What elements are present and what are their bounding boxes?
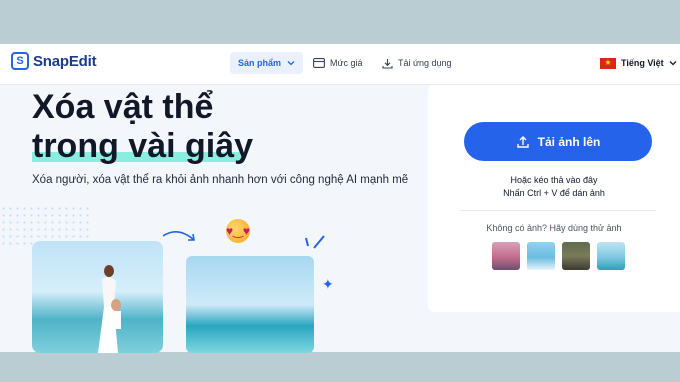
brand-logo[interactable]: S SnapEdit: [11, 52, 97, 70]
sample-images-list: [492, 242, 625, 270]
sparkle-star-icon: ✦: [322, 276, 334, 292]
sample-image-thumbnail[interactable]: [562, 242, 590, 270]
download-icon: [382, 58, 393, 69]
chevron-down-icon: [669, 61, 677, 66]
nav-download-app-link[interactable]: Tải ứng dụng: [382, 52, 452, 74]
curved-arrow-icon: [162, 231, 195, 241]
nav-pricing-label: Mức giá: [330, 58, 363, 68]
nav-download-app-label: Tải ứng dụng: [398, 58, 452, 68]
sample-image-thumbnail[interactable]: [597, 242, 625, 270]
couple-figure-illustration: [98, 265, 121, 353]
heart-eyes-emoji-icon: ♥‿♥: [226, 219, 250, 243]
sample-images-prompt: Không có ảnh? Hãy dùng thử ảnh: [486, 223, 622, 233]
language-label: Tiếng Việt: [621, 58, 664, 68]
decorative-dot-pattern: [0, 205, 90, 245]
vietnam-flag-icon: ★: [600, 57, 616, 69]
sparkle-lines-icon: [305, 235, 325, 249]
drag-drop-hint: Hoặc kéo thả vào đây: [510, 175, 598, 185]
upload-icon: [516, 135, 529, 148]
upload-button-label: Tải ảnh lên: [537, 134, 601, 149]
demo-image-after: [186, 256, 314, 353]
language-selector[interactable]: ★ Tiếng Việt: [600, 52, 677, 74]
upload-card: Tải ảnh lên Hoặc kéo thả vào đây Nhấn Ct…: [428, 84, 680, 312]
demo-image-before: [32, 241, 163, 353]
sample-image-thumbnail[interactable]: [492, 242, 520, 270]
hero-title-line1: Xóa vật thể: [32, 88, 214, 126]
nav-products-label: Sản phẩm: [238, 58, 282, 68]
divider: [460, 210, 656, 211]
top-navbar: S SnapEdit Sản phẩm Mức giá Tải ứng dụng…: [0, 44, 680, 85]
nav-products-dropdown[interactable]: Sản phẩm: [230, 52, 304, 74]
credit-card-icon: [313, 58, 325, 68]
sample-image-thumbnail[interactable]: [527, 242, 555, 270]
hero-title-line2: trong vài giây: [32, 127, 253, 166]
hero-subtitle: Xóa người, xóa vật thể ra khỏi ảnh nhanh…: [32, 174, 409, 186]
chevron-down-icon: [287, 61, 295, 66]
upload-image-button[interactable]: Tải ảnh lên: [464, 122, 652, 161]
hero-title-line2-text: trong vài giây: [32, 127, 254, 165]
nav-pricing-link[interactable]: Mức giá: [313, 52, 363, 74]
snapedit-logo-icon: S: [11, 52, 29, 70]
brand-name: SnapEdit: [33, 52, 97, 70]
paste-hint: Nhấn Ctrl + V để dán ảnh: [503, 188, 605, 198]
